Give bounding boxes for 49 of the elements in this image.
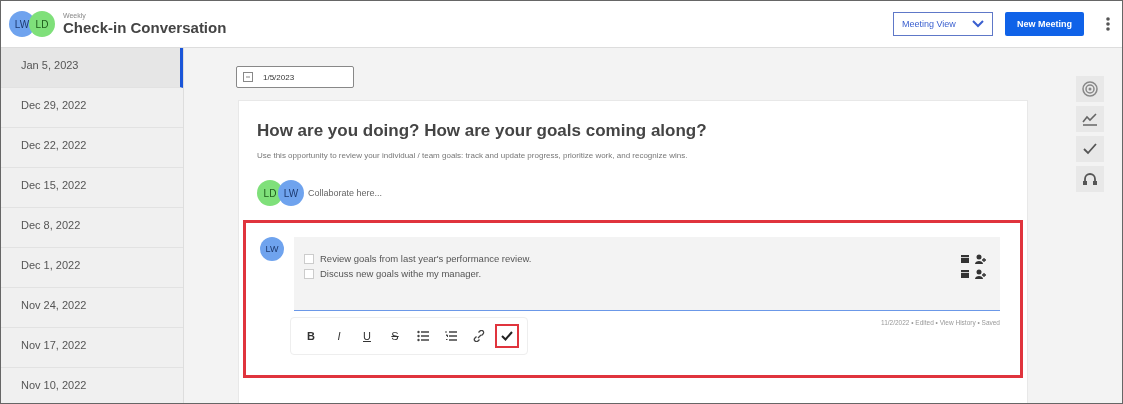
calendar-icon[interactable] xyxy=(961,269,969,278)
sidebar-item[interactable]: Dec 1, 2022 xyxy=(1,248,183,288)
add-person-icon[interactable] xyxy=(975,253,986,264)
avatar: LW xyxy=(260,237,284,261)
add-person-icon[interactable] xyxy=(975,268,986,279)
chart-button[interactable] xyxy=(1076,106,1104,132)
task-text: Discuss new goals withe my manager. xyxy=(320,268,482,279)
check-button[interactable] xyxy=(495,324,519,348)
sidebar-item[interactable]: Dec 15, 2022 xyxy=(1,168,183,208)
checkmark-icon xyxy=(1082,141,1098,157)
calendar-icon xyxy=(243,72,253,82)
avatar: LW xyxy=(278,180,304,206)
avatar: LD xyxy=(29,11,55,37)
headset-button[interactable] xyxy=(1076,166,1104,192)
task-text: Review goals from last year's performance review. xyxy=(320,253,532,264)
card-description: Use this opportunity to review your individual / team goals: track and update progress, prioritize work, and recognize wins. xyxy=(257,151,689,160)
calendar-icon[interactable] xyxy=(961,254,969,263)
italic-button[interactable]: I xyxy=(327,324,351,348)
target-button[interactable] xyxy=(1076,76,1104,102)
sidebar-item[interactable]: Nov 10, 2022 xyxy=(1,368,183,403)
more-icon[interactable] xyxy=(1106,17,1110,31)
view-dropdown[interactable]: Meeting View xyxy=(893,12,993,36)
strike-button[interactable]: S xyxy=(383,324,407,348)
check-button[interactable] xyxy=(1076,136,1104,162)
checkbox[interactable] xyxy=(304,268,314,279)
checkmark-icon xyxy=(501,330,513,342)
headset-icon xyxy=(1082,171,1098,187)
chevron-down-icon xyxy=(972,20,984,28)
sidebar-item[interactable]: Nov 24, 2022 xyxy=(1,288,183,328)
new-meeting-button[interactable]: New Meeting xyxy=(1005,12,1084,36)
page-title: Check-in Conversation xyxy=(63,19,227,36)
bulleted-list-icon xyxy=(417,330,429,342)
sidebar-item[interactable]: Nov 17, 2022 xyxy=(1,328,183,368)
target-icon xyxy=(1082,81,1098,97)
card-heading: How are you doing? How are your goals coming along? xyxy=(257,121,708,141)
underline-button[interactable]: U xyxy=(355,324,379,348)
checkbox[interactable] xyxy=(304,253,314,264)
numbered-list-icon xyxy=(445,330,457,342)
sidebar-item[interactable]: Jan 5, 2023 xyxy=(1,48,183,88)
sidebar-item[interactable]: Dec 8, 2022 xyxy=(1,208,183,248)
sidebar-item[interactable]: Dec 22, 2022 xyxy=(1,128,183,168)
note-editor[interactable]: Review goals from last year's performance review. Discuss new goals withe my manager. xyxy=(294,237,1000,311)
avatar: LD xyxy=(257,180,283,206)
date-field[interactable]: 1/5/2023 xyxy=(236,66,354,88)
line-chart-icon xyxy=(1082,111,1098,127)
sidebar-item[interactable]: Dec 29, 2022 xyxy=(1,88,183,128)
collaborate-field[interactable]: Collaborate here... xyxy=(308,188,383,198)
bold-button[interactable]: B xyxy=(299,324,323,348)
link-icon xyxy=(473,330,485,342)
